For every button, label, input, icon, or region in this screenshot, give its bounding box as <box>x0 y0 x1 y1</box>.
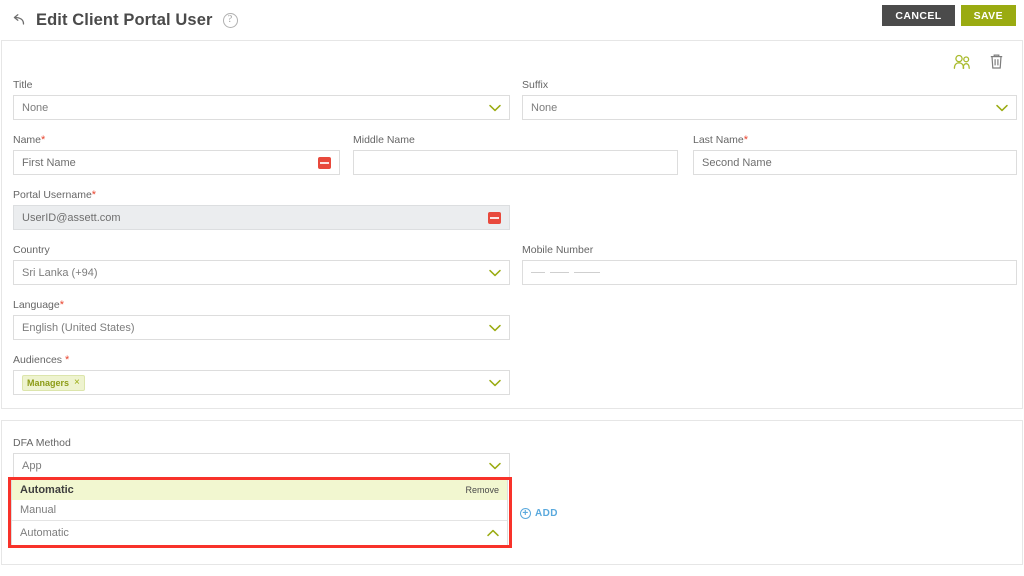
label-audiences: Audiences * <box>13 354 510 366</box>
dfa-method-select[interactable]: App <box>13 453 510 478</box>
title-value: None <box>22 101 49 114</box>
add-dfa-method-link[interactable]: + ADD <box>520 508 558 519</box>
save-button[interactable]: SAVE <box>960 5 1016 26</box>
profile-card: Title None Suffix None Name* First Name … <box>1 40 1023 409</box>
country-select[interactable]: Sri Lanka (+94) <box>13 260 510 285</box>
label-dfa-method: DFA Method <box>13 437 71 449</box>
header-actions: CANCEL SAVE <box>882 5 1016 26</box>
dfa-secondary-value: Automatic <box>20 527 69 539</box>
label-portal-username-text: Portal Username <box>13 189 92 201</box>
last-name-input[interactable]: Second Name <box>693 150 1017 175</box>
portal-username-input[interactable]: UserID@assett.com <box>13 205 510 230</box>
dfa-secondary-select[interactable]: Automatic <box>12 520 507 545</box>
red-mask-badge-icon[interactable] <box>488 211 501 224</box>
chevron-up-icon[interactable] <box>487 529 499 537</box>
field-language: Language* English (United States) <box>13 299 510 340</box>
dropdown-option-automatic[interactable]: Automatic Remove <box>12 480 507 500</box>
field-mobile-number: Mobile Number <box>522 244 1017 285</box>
first-name-value: First Name <box>22 156 76 169</box>
label-portal-username: Portal Username* <box>13 189 510 201</box>
suffix-select[interactable]: None <box>522 95 1017 120</box>
required-marker: * <box>59 299 64 311</box>
dfa-method-value: App <box>22 459 42 472</box>
title-select[interactable]: None <box>13 95 510 120</box>
middle-name-input[interactable] <box>353 150 678 175</box>
field-name: Name* First Name <box>13 134 340 175</box>
audiences-chips: Managers × <box>22 374 483 391</box>
last-name-value: Second Name <box>702 156 772 169</box>
field-portal-username: Portal Username* UserID@assett.com <box>13 189 510 230</box>
red-mask-badge-icon[interactable] <box>318 156 331 169</box>
dropdown-option-label: Manual <box>20 504 57 516</box>
chevron-down-icon <box>489 324 501 332</box>
chevron-down-icon <box>489 269 501 277</box>
label-country: Country <box>13 244 50 256</box>
label-last-name-text: Last Name <box>693 134 744 146</box>
add-label: ADD <box>535 508 558 519</box>
dropdown-option-label: Automatic <box>20 484 74 496</box>
audience-chip-label: Managers <box>27 377 70 388</box>
top-header-bar: Edit Client Portal User ? CANCEL SAVE <box>0 0 1024 40</box>
field-audiences: Audiences * Managers × <box>13 354 510 395</box>
page-title: Edit Client Portal User <box>36 10 213 29</box>
field-suffix: Suffix None <box>522 79 1017 120</box>
back-arrow-icon[interactable] <box>8 9 30 31</box>
field-dfa-method: DFA Method App <box>13 437 510 478</box>
plus-circle-icon: + <box>520 508 531 519</box>
trash-icon[interactable] <box>989 53 1004 70</box>
dropdown-option-manual[interactable]: Manual <box>12 500 507 520</box>
close-icon[interactable]: × <box>74 377 80 389</box>
help-circle-icon[interactable]: ? <box>222 12 238 28</box>
mobile-number-input[interactable] <box>522 260 1017 285</box>
language-select[interactable]: English (United States) <box>13 315 510 340</box>
country-value: Sri Lanka (+94) <box>22 266 98 279</box>
users-icon[interactable] <box>953 54 972 70</box>
required-marker: * <box>91 189 97 201</box>
dfa-method-dropdown-list: Automatic Remove Manual Automatic <box>11 479 508 546</box>
field-country: Country Sri Lanka (+94) <box>13 244 510 285</box>
label-language: Language* <box>13 299 510 311</box>
label-name-text: Name <box>13 134 42 146</box>
audience-chip[interactable]: Managers × <box>22 374 85 391</box>
label-title: Title <box>13 79 33 91</box>
label-name: Name* <box>13 134 340 146</box>
required-marker: * <box>743 134 749 146</box>
label-suffix: Suffix <box>522 79 549 91</box>
label-middle-name: Middle Name <box>353 134 415 146</box>
language-value: English (United States) <box>22 321 135 334</box>
chevron-down-icon <box>996 104 1008 112</box>
card-action-icons <box>953 53 1004 70</box>
audiences-multiselect[interactable]: Managers × <box>13 370 510 395</box>
label-audiences-text: Audiences <box>13 354 63 366</box>
required-marker: * <box>41 134 46 146</box>
cancel-button[interactable]: CANCEL <box>882 5 955 26</box>
required-marker: * <box>65 354 70 366</box>
suffix-value: None <box>531 101 558 114</box>
chevron-down-icon <box>489 379 501 387</box>
portal-username-value: UserID@assett.com <box>22 211 121 224</box>
field-last-name: Last Name* Second Name <box>693 134 1017 175</box>
phone-mask-placeholder <box>531 271 600 274</box>
remove-option-link[interactable]: Remove <box>465 485 499 495</box>
chevron-down-icon <box>489 462 501 470</box>
field-title: Title None <box>13 79 510 120</box>
label-language-text: Language <box>13 299 60 311</box>
first-name-input[interactable]: First Name <box>13 150 340 175</box>
label-mobile-number: Mobile Number <box>522 244 594 256</box>
label-last-name: Last Name* <box>693 134 1017 146</box>
chevron-down-icon <box>489 104 501 112</box>
field-middle-name: Middle Name <box>353 134 678 175</box>
